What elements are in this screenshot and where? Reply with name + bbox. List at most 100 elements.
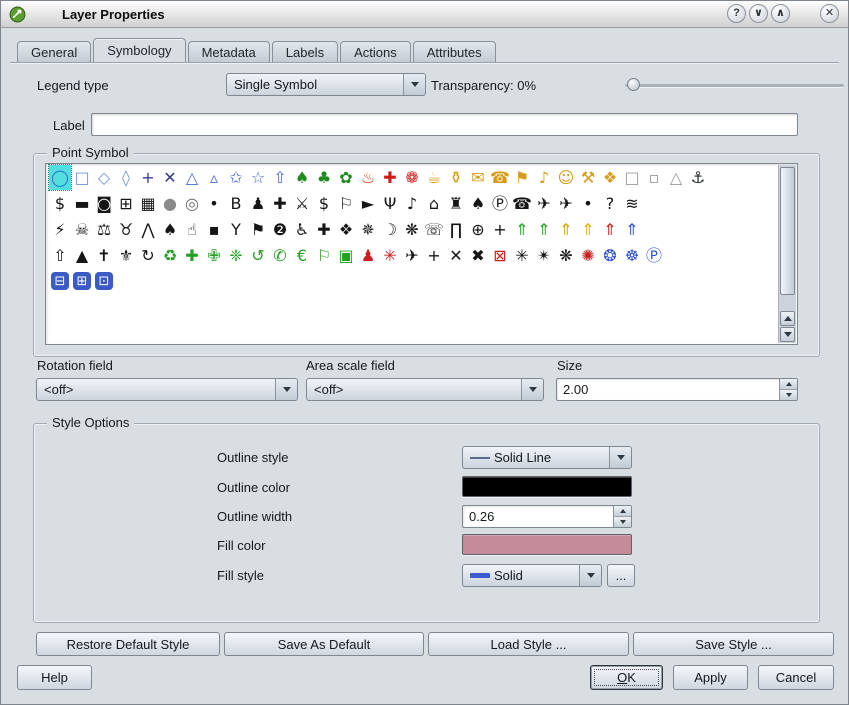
tab-attributes[interactable]: Attributes bbox=[413, 41, 496, 63]
fill-color-button[interactable] bbox=[462, 534, 632, 555]
outline-width-spinbox[interactable]: 0.26 bbox=[462, 505, 632, 528]
symbol-cell[interactable]: ✚ bbox=[181, 243, 203, 268]
symbol-cell[interactable]: ☆ bbox=[247, 165, 269, 190]
symbol-cell[interactable]: ☎ bbox=[511, 191, 533, 216]
symbol-cell[interactable]: ⇑ bbox=[511, 217, 533, 242]
close-icon[interactable]: ✕ bbox=[820, 4, 839, 23]
symbol-cell[interactable]: ✈ bbox=[401, 243, 423, 268]
symbol-cell[interactable]: ♜ bbox=[445, 191, 467, 216]
symbol-cell[interactable]: ∏ bbox=[445, 217, 467, 242]
symbol-cell[interactable]: + bbox=[137, 165, 159, 190]
symbol-cell[interactable]: ⚑ bbox=[247, 217, 269, 242]
symbol-cell[interactable]: ✵ bbox=[357, 217, 379, 242]
symbol-cell[interactable]: ⊟ bbox=[51, 272, 69, 290]
symbol-cell[interactable]: △ bbox=[665, 165, 687, 190]
symbol-cell[interactable]: ✈ bbox=[555, 191, 577, 216]
symbol-cell[interactable]: ▦ bbox=[137, 191, 159, 216]
symbol-cell[interactable]: ♨ bbox=[357, 165, 379, 190]
transparency-slider[interactable] bbox=[625, 78, 844, 92]
symbol-cell[interactable]: ▣ bbox=[335, 243, 357, 268]
symbol-cell[interactable]: □ bbox=[71, 165, 93, 190]
symbol-cell[interactable]: ✖ bbox=[467, 243, 489, 268]
symbol-cell[interactable]: ● bbox=[159, 191, 181, 216]
load-style-button[interactable]: Load Style ... bbox=[428, 632, 629, 656]
symbol-cell[interactable]: ? bbox=[599, 191, 621, 216]
symbol-cell[interactable]: ◙ bbox=[93, 191, 115, 216]
help-button[interactable]: Help bbox=[17, 665, 92, 690]
symbol-cell[interactable]: ⇧ bbox=[269, 165, 291, 190]
save-style-button[interactable]: Save Style ... bbox=[633, 632, 834, 656]
symbol-cell[interactable]: ❷ bbox=[269, 217, 291, 242]
symbol-cell[interactable]: ⋀ bbox=[137, 217, 159, 242]
symbol-cell[interactable]: □ bbox=[621, 165, 643, 190]
symbol-cell[interactable]: ◯ bbox=[49, 165, 71, 190]
save-as-default-button[interactable]: Save As Default bbox=[224, 632, 424, 656]
scrollbar-thumb[interactable] bbox=[780, 167, 795, 295]
symbol-cell[interactable]: ▵ bbox=[203, 165, 225, 190]
tab-actions[interactable]: Actions bbox=[340, 41, 411, 63]
scroll-down-button[interactable] bbox=[780, 327, 795, 342]
symbol-cell[interactable]: ♟ bbox=[357, 243, 379, 268]
symbol-cell[interactable]: △ bbox=[181, 165, 203, 190]
symbol-cell[interactable]: ⊠ bbox=[489, 243, 511, 268]
symbol-cell[interactable]: • bbox=[577, 191, 599, 216]
outline-color-button[interactable] bbox=[462, 476, 632, 497]
symbol-cell[interactable]: Ψ bbox=[379, 191, 401, 216]
symbol-scrollbar[interactable] bbox=[778, 165, 796, 343]
symbol-cell[interactable]: ⚡ bbox=[49, 217, 71, 242]
symbol-cell[interactable]: ✚ bbox=[269, 191, 291, 216]
symbol-cell[interactable]: B bbox=[225, 191, 247, 216]
symbol-cell[interactable]: ► bbox=[357, 191, 379, 216]
symbol-cell[interactable]: ❂ bbox=[599, 243, 621, 268]
symbol-cell[interactable]: $ bbox=[313, 191, 335, 216]
symbol-cell[interactable]: ✩ bbox=[225, 165, 247, 190]
apply-button[interactable]: Apply bbox=[673, 665, 748, 690]
symbol-cell[interactable]: ⚐ bbox=[313, 243, 335, 268]
tab-labels[interactable]: Labels bbox=[272, 41, 338, 63]
size-spinbox[interactable]: 2.00 bbox=[556, 378, 798, 401]
symbol-cell[interactable]: ☠ bbox=[71, 217, 93, 242]
spin-up-button[interactable] bbox=[780, 379, 797, 389]
symbol-cell[interactable]: ≋ bbox=[621, 191, 643, 216]
symbol-cell[interactable]: ☏ bbox=[423, 217, 445, 242]
symbol-cell[interactable]: ♠ bbox=[291, 165, 313, 190]
symbol-cell[interactable]: ⚔ bbox=[291, 191, 313, 216]
symbol-cell[interactable]: ⊞ bbox=[115, 191, 137, 216]
symbol-cell[interactable]: ✈ bbox=[533, 191, 555, 216]
restore-default-style-button[interactable]: Restore Default Style bbox=[36, 632, 220, 656]
symbol-cell[interactable]: ♠ bbox=[467, 191, 489, 216]
outline-style-select[interactable]: Solid Line bbox=[462, 446, 632, 469]
symbol-cell[interactable]: € bbox=[291, 243, 313, 268]
symbol-cell[interactable]: ⚖ bbox=[93, 217, 115, 242]
symbol-cell[interactable]: ✙ bbox=[203, 243, 225, 268]
spin-down-button[interactable] bbox=[780, 389, 797, 400]
symbol-cell[interactable]: ♿ bbox=[291, 217, 313, 242]
symbol-cell[interactable]: ↻ bbox=[137, 243, 159, 268]
tab-symbology[interactable]: Symbology bbox=[93, 38, 185, 63]
symbol-cell[interactable]: ✝ bbox=[93, 243, 115, 268]
symbol-cell[interactable]: ❋ bbox=[401, 217, 423, 242]
symbol-cell[interactable]: ▲ bbox=[71, 243, 93, 268]
symbol-cell[interactable]: ♪ bbox=[533, 165, 555, 190]
symbol-cell[interactable]: ⇑ bbox=[577, 217, 599, 242]
symbol-cell[interactable]: $ bbox=[49, 191, 71, 216]
symbol-cell[interactable]: + bbox=[489, 217, 511, 242]
symbol-cell[interactable]: ☽ bbox=[379, 217, 401, 242]
symbol-cell[interactable]: ⊞ bbox=[73, 272, 91, 290]
symbol-cell[interactable]: ⚐ bbox=[335, 191, 357, 216]
slider-handle[interactable] bbox=[627, 78, 640, 91]
symbol-cell[interactable]: ❖ bbox=[335, 217, 357, 242]
symbol-cell[interactable]: ❋ bbox=[555, 243, 577, 268]
label-input[interactable] bbox=[91, 113, 798, 136]
symbol-cell[interactable]: Ⓟ bbox=[643, 243, 665, 268]
symbol-cell[interactable]: ⇧ bbox=[49, 243, 71, 268]
cancel-button[interactable]: Cancel bbox=[758, 665, 834, 690]
symbol-cell[interactable]: ⇑ bbox=[555, 217, 577, 242]
fill-style-more-button[interactable]: ... bbox=[607, 564, 635, 587]
symbol-cell[interactable]: Ⓟ bbox=[489, 191, 511, 216]
symbol-cell[interactable]: ⚱ bbox=[445, 165, 467, 190]
symbol-cell[interactable]: ✕ bbox=[445, 243, 467, 268]
symbol-cell[interactable]: ❈ bbox=[225, 243, 247, 268]
symbol-cell[interactable]: ◎ bbox=[181, 191, 203, 216]
symbol-cell[interactable]: ☺ bbox=[555, 165, 577, 190]
